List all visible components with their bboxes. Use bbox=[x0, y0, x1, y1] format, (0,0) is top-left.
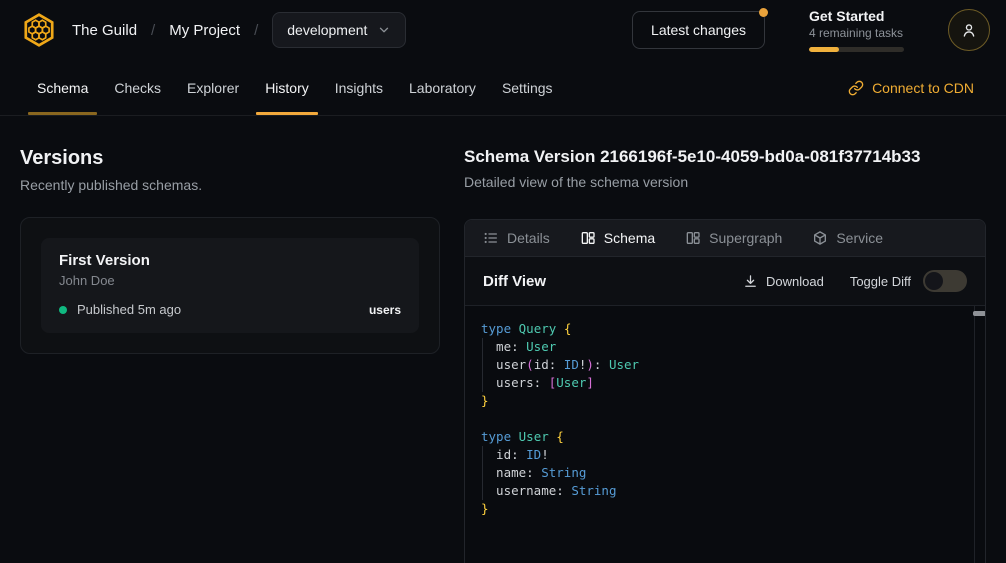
tab-supergraph[interactable]: Supergraph bbox=[685, 230, 782, 246]
schema-version-panel: Schema Version 2166196f-5e10-4059-bd0a-0… bbox=[464, 147, 986, 563]
nav-tab-label: Schema bbox=[37, 80, 88, 96]
get-started-progress-bar bbox=[809, 47, 904, 52]
schema-version-subtitle: Detailed view of the schema version bbox=[464, 174, 986, 190]
code-scrollbar bbox=[974, 306, 985, 563]
toggle-diff-switch[interactable] bbox=[923, 270, 967, 292]
toggle-diff-label: Toggle Diff bbox=[850, 274, 911, 289]
switch-knob bbox=[925, 272, 943, 290]
header-right: Latest changes Get Started 4 remaining t… bbox=[632, 8, 990, 52]
schema-version-title: Schema Version 2166196f-5e10-4059-bd0a-0… bbox=[464, 147, 986, 167]
nav-tab-insights[interactable]: Insights bbox=[322, 60, 396, 115]
person-icon bbox=[960, 21, 978, 39]
nav-tab-label: Checks bbox=[114, 80, 161, 96]
link-icon bbox=[848, 80, 864, 96]
code-line: id: ID! bbox=[481, 446, 969, 464]
get-started-widget[interactable]: Get Started 4 remaining tasks bbox=[809, 8, 904, 52]
breadcrumb: The Guild / My Project / development bbox=[72, 12, 406, 48]
version-detail-card: Details Schema bbox=[464, 219, 986, 563]
tab-service[interactable]: Service bbox=[812, 230, 883, 246]
get-started-title: Get Started bbox=[809, 8, 904, 24]
hive-logo-icon[interactable] bbox=[20, 11, 58, 49]
connect-to-cdn-link[interactable]: Connect to CDN bbox=[848, 60, 974, 115]
code-line: } bbox=[481, 392, 969, 410]
main-content: Versions Recently published schemas. Fir… bbox=[0, 116, 1006, 563]
diff-actions: Download Toggle Diff bbox=[743, 270, 967, 292]
nav-tab-explorer[interactable]: Explorer bbox=[174, 60, 252, 115]
code-line: } bbox=[481, 500, 969, 518]
list-icon bbox=[483, 230, 499, 246]
code-line: me: User bbox=[481, 338, 969, 356]
version-status-text: Published 5m ago bbox=[77, 302, 181, 317]
nav-tab-history[interactable]: History bbox=[252, 60, 322, 115]
version-author: John Doe bbox=[59, 273, 401, 288]
target-selector-value: development bbox=[287, 22, 367, 38]
nav-tab-label: Laboratory bbox=[409, 80, 476, 96]
download-button[interactable]: Download bbox=[743, 274, 824, 289]
scrollbar-thumb[interactable] bbox=[973, 311, 985, 316]
latest-changes-label: Latest changes bbox=[651, 22, 746, 38]
nav-tab-label: Insights bbox=[335, 80, 383, 96]
schema-code-area: type Query { me: User user(id: ID!): Use… bbox=[465, 306, 985, 563]
toggle-diff-control: Toggle Diff bbox=[850, 270, 967, 292]
page: The Guild / My Project / development Lat… bbox=[0, 0, 1006, 563]
code-line: type Query { bbox=[481, 320, 969, 338]
versions-panel: Versions Recently published schemas. Fir… bbox=[20, 147, 440, 354]
cube-icon bbox=[812, 230, 828, 246]
code-line: name: String bbox=[481, 464, 969, 482]
detail-tabs: Details Schema bbox=[465, 220, 985, 257]
tab-schema[interactable]: Schema bbox=[580, 230, 655, 246]
notification-dot bbox=[759, 8, 768, 17]
nav-tab-checks[interactable]: Checks bbox=[101, 60, 174, 115]
versions-subtitle: Recently published schemas. bbox=[20, 177, 440, 193]
breadcrumb-separator: / bbox=[151, 22, 155, 39]
header: The Guild / My Project / development Lat… bbox=[0, 0, 1006, 60]
tab-label: Details bbox=[507, 230, 550, 246]
code-block: type Query { me: User user(id: ID!): Use… bbox=[481, 320, 969, 518]
download-label: Download bbox=[766, 274, 824, 289]
latest-changes-button[interactable]: Latest changes bbox=[632, 11, 765, 49]
nav-tab-laboratory[interactable]: Laboratory bbox=[396, 60, 489, 115]
diff-view-header: Diff View Download Toggle Diff bbox=[465, 257, 985, 306]
diff-view-title: Diff View bbox=[483, 273, 546, 290]
version-service-badge: users bbox=[369, 303, 401, 317]
code-line: type User { bbox=[481, 428, 969, 446]
target-selector-dropdown[interactable]: development bbox=[272, 12, 406, 48]
nav-tab-label: History bbox=[265, 80, 309, 96]
versions-list-card: First Version John Doe Published 5m ago … bbox=[20, 217, 440, 354]
tab-label: Service bbox=[836, 230, 883, 246]
progress-fill bbox=[809, 47, 839, 52]
download-icon bbox=[743, 274, 758, 289]
layout-icon bbox=[580, 230, 596, 246]
nav-tab-settings[interactable]: Settings bbox=[489, 60, 566, 115]
breadcrumb-org[interactable]: The Guild bbox=[72, 22, 137, 39]
tab-label: Schema bbox=[604, 230, 655, 246]
breadcrumb-separator: / bbox=[254, 22, 258, 39]
versions-title: Versions bbox=[20, 147, 440, 170]
nav-tab-label: Settings bbox=[502, 80, 553, 96]
nav-tab-schema[interactable]: Schema bbox=[24, 60, 101, 115]
breadcrumb-project[interactable]: My Project bbox=[169, 22, 240, 39]
chevron-down-icon bbox=[377, 23, 391, 37]
code-line: username: String bbox=[481, 482, 969, 500]
user-avatar[interactable] bbox=[948, 9, 990, 51]
code-line: user(id: ID!): User bbox=[481, 356, 969, 374]
nav-tab-label: Explorer bbox=[187, 80, 239, 96]
version-title: First Version bbox=[59, 252, 401, 269]
tab-details[interactable]: Details bbox=[483, 230, 550, 246]
connect-to-cdn-label: Connect to CDN bbox=[872, 80, 974, 96]
layout-icon bbox=[685, 230, 701, 246]
code-line: users: [User] bbox=[481, 374, 969, 392]
version-status-row: Published 5m ago users bbox=[59, 302, 401, 317]
main-nav: Schema Checks Explorer History Insights … bbox=[0, 60, 1006, 116]
published-status-dot bbox=[59, 306, 67, 314]
tab-label: Supergraph bbox=[709, 230, 782, 246]
version-list-item[interactable]: First Version John Doe Published 5m ago … bbox=[41, 238, 419, 333]
code-line bbox=[481, 410, 969, 428]
get-started-subtitle: 4 remaining tasks bbox=[809, 26, 904, 40]
